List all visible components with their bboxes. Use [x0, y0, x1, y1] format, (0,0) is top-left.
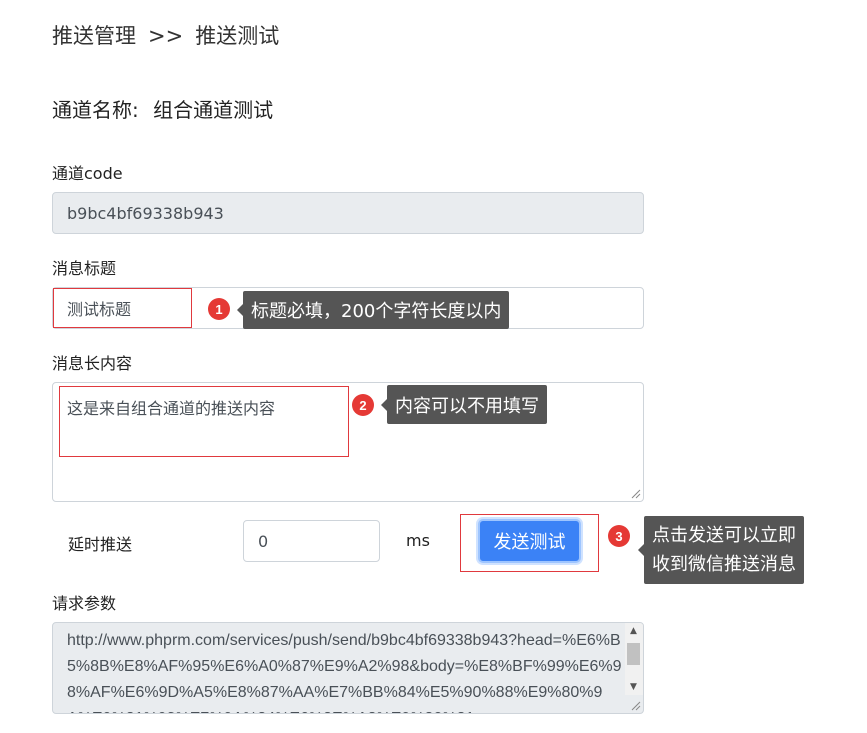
breadcrumb-parent[interactable]: 推送管理	[52, 24, 136, 48]
annotation-tip-send-line1: 点击发送可以立即	[652, 525, 796, 546]
request-params-label: 请求参数	[52, 594, 117, 613]
scroll-down-icon[interactable]: ▼	[625, 679, 642, 695]
channel-name-heading: 通道名称: 组合通道测试	[52, 94, 273, 123]
send-test-button[interactable]: 发送测试	[478, 519, 581, 563]
channel-code-label: 通道code	[52, 164, 123, 183]
annotation-badge-2: 2	[352, 394, 374, 416]
channel-name-label: 通道名称:	[52, 98, 139, 122]
request-params-scrollbar[interactable]: ▲ ▼	[625, 623, 643, 695]
delay-unit: ms	[406, 531, 430, 550]
delay-label: 延时推送	[68, 535, 133, 554]
message-title-label: 消息标题	[52, 259, 117, 278]
annotation-tip-send: 点击发送可以立即 收到微信推送消息	[638, 516, 804, 584]
annotation-badge-1: 1	[208, 298, 230, 320]
channel-code-field: b9bc4bf69338b943	[52, 192, 644, 234]
request-params-textarea[interactable]: http://www.phprm.com/services/push/send/…	[52, 622, 644, 714]
message-content-label: 消息长内容	[52, 354, 133, 373]
resize-handle-icon[interactable]	[629, 699, 641, 711]
scroll-up-icon[interactable]: ▲	[625, 623, 642, 639]
breadcrumb: 推送管理 >> 推送测试	[52, 20, 279, 50]
delay-input[interactable]: 0	[243, 520, 380, 562]
breadcrumb-current: 推送测试	[195, 24, 280, 48]
resize-handle-icon[interactable]	[629, 487, 641, 499]
scroll-thumb[interactable]	[627, 643, 640, 665]
annotation-badge-3: 3	[608, 525, 630, 547]
message-title-placeholder: 测试标题	[67, 300, 132, 319]
message-content-highlight: 这是来自组合通道的推送内容	[59, 386, 349, 457]
annotation-tip-send-line2: 收到微信推送消息	[652, 554, 796, 575]
breadcrumb-separator: >>	[148, 24, 184, 48]
annotation-tip-content: 内容可以不用填写	[381, 385, 547, 424]
channel-name-value: 组合通道测试	[153, 98, 274, 122]
request-params-text: http://www.phprm.com/services/push/send/…	[67, 632, 622, 713]
message-content-value: 这是来自组合通道的推送内容	[67, 399, 276, 418]
annotation-tip-title: 标题必填，200个字符长度以内	[236, 291, 510, 329]
message-title-highlight: 测试标题	[53, 288, 192, 328]
